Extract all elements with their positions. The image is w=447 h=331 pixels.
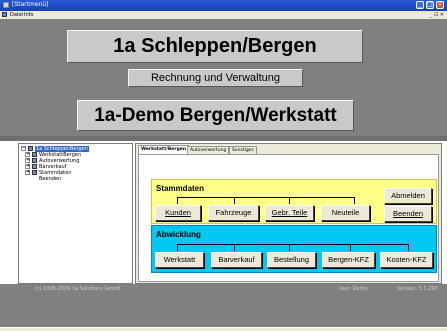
- bergen-kfz-label: Bergen-KFZ: [328, 255, 369, 264]
- barverkauf-label: Barverkauf: [218, 255, 255, 264]
- gebr-teile-button[interactable]: Gebr. Teile: [265, 205, 314, 221]
- folder-icon: [32, 152, 37, 157]
- app-title-banner: 1a Schleppen/Bergen: [67, 30, 363, 63]
- connector-line: [354, 197, 355, 204]
- mdi-window-controls[interactable]: _ ⊡ ✕: [430, 12, 444, 18]
- expand-icon[interactable]: +: [25, 170, 30, 175]
- separator-strip: [0, 136, 447, 141]
- copyright-text: (c) 1995-2009 1a Solutions GmbH: [35, 286, 121, 292]
- connector-line: [289, 244, 290, 251]
- kunden-button[interactable]: Kunden: [155, 205, 201, 221]
- bergen-kfz-button[interactable]: Bergen-KFZ: [322, 252, 375, 268]
- tree-item-label: Beenden: [39, 176, 62, 182]
- menu-datei[interactable]: Datei: [10, 12, 23, 18]
- connector-line: [234, 197, 235, 204]
- folder-icon: [32, 158, 37, 163]
- gebr-teile-label: Gebr. Teile: [271, 208, 308, 217]
- tab-autoverwertung[interactable]: Autoverwertung: [187, 146, 230, 154]
- connector-line: [408, 244, 409, 251]
- menu-bar: Datei Info _ ⊡ ✕: [0, 11, 447, 19]
- abwicklung-section: Abwicklung Werkstatt Barverkauf Bestellu…: [151, 225, 437, 273]
- bestellung-button[interactable]: Bestellung: [267, 252, 316, 268]
- beenden-button[interactable]: Beenden: [384, 206, 432, 222]
- mdi-doc-icon[interactable]: [2, 12, 7, 17]
- neuteile-button[interactable]: Neuteile: [321, 205, 370, 221]
- connector-line: [177, 244, 178, 251]
- bottom-border: [0, 327, 447, 331]
- connector-line: [289, 197, 290, 204]
- connector-line: [350, 244, 351, 251]
- tab-werkstatt-bergen[interactable]: Werkstatt/Bergen: [138, 145, 190, 154]
- status-area: (c) 1995-2009 1a Solutions GmbH User: De…: [0, 284, 447, 331]
- werkstatt-label: Werkstatt: [163, 255, 196, 264]
- tab-sonstiges[interactable]: Sonstiges: [229, 146, 257, 154]
- minimize-button[interactable]: _: [416, 1, 424, 9]
- fahrzeuge-label: Fahrzeuge: [215, 208, 252, 217]
- app-icon: [3, 2, 9, 8]
- kosten-kfz-label: Kosten-KFZ: [386, 255, 427, 264]
- neuteile-label: Neuteile: [331, 208, 360, 217]
- user-text: User: Demo: [338, 286, 368, 292]
- kosten-kfz-button[interactable]: Kosten-KFZ: [380, 252, 433, 268]
- menu-info[interactable]: Info: [24, 12, 33, 18]
- version-text: Version: 3.1.290: [397, 286, 438, 292]
- window-title: [Startmenü]: [12, 1, 49, 8]
- connector-line: [177, 197, 355, 198]
- stammdaten-section: Stammdaten Kunden Fahrzeuge Gebr. Teile …: [151, 179, 437, 224]
- abwicklung-heading: Abwicklung: [156, 230, 201, 239]
- fahrzeuge-button[interactable]: Fahrzeuge: [208, 205, 259, 221]
- tab-content: Stammdaten Kunden Fahrzeuge Gebr. Teile …: [138, 154, 439, 282]
- connector-line: [234, 244, 235, 251]
- beenden-label: Beenden: [392, 209, 424, 218]
- kunden-label: Kunden: [165, 208, 191, 217]
- connector-line: [177, 197, 178, 204]
- bestellung-label: Bestellung: [273, 255, 310, 264]
- maximize-button[interactable]: □: [426, 1, 434, 9]
- werkstatt-button[interactable]: Werkstatt: [155, 252, 204, 268]
- abmelden-label: Abmelden: [391, 191, 425, 200]
- folder-icon: [32, 170, 37, 175]
- header-area: 1a Schleppen/Bergen Rechnung und Verwalt…: [0, 19, 447, 136]
- demo-title-banner: 1a-Demo Bergen/Werkstatt: [77, 100, 354, 131]
- abmelden-button[interactable]: Abmelden: [384, 188, 432, 204]
- folder-icon: [32, 164, 37, 169]
- app-subtitle-banner: Rechnung und Verwaltung: [128, 69, 303, 87]
- title-bar: [Startmenü] _ □ ×: [0, 0, 447, 11]
- main-panel: Werkstatt/Bergen Autoverwertung Sonstige…: [135, 143, 442, 284]
- navigation-tree[interactable]: − 1a SchleppenBergen + WerkstattBergen +…: [18, 143, 133, 284]
- close-button[interactable]: ×: [436, 1, 444, 9]
- connector-line: [177, 244, 409, 245]
- stammdaten-heading: Stammdaten: [156, 184, 205, 193]
- barverkauf-button[interactable]: Barverkauf: [211, 252, 262, 268]
